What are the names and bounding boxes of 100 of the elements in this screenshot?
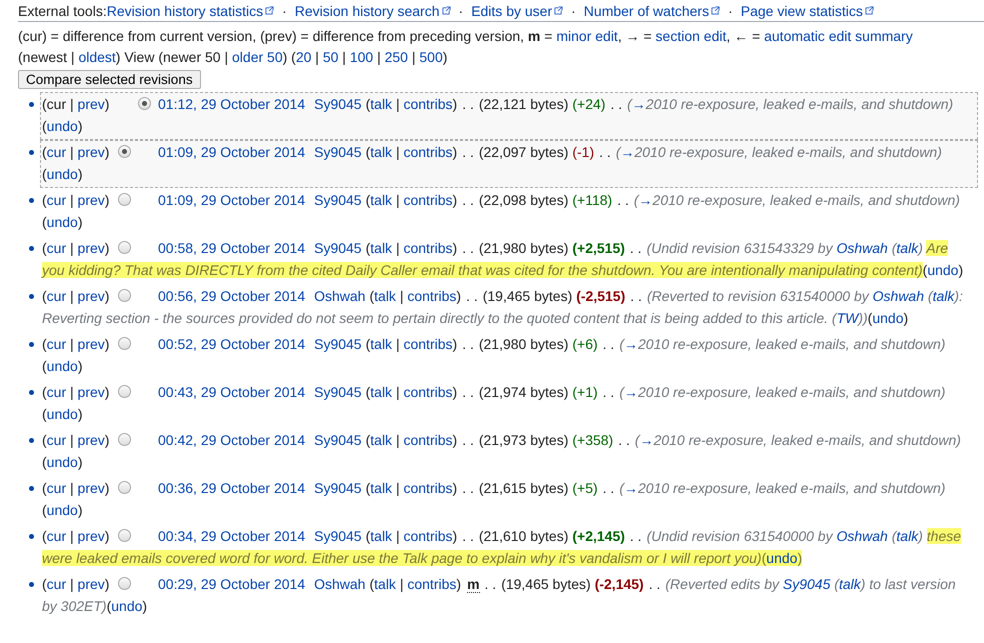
- radio-button[interactable]: [118, 385, 131, 398]
- undo-link[interactable]: undo: [111, 598, 142, 614]
- timestamp-link[interactable]: 00:34, 29 October 2014: [158, 528, 306, 544]
- cur-link[interactable]: cur: [46, 144, 66, 160]
- cur-link[interactable]: cur: [46, 336, 66, 352]
- user-link[interactable]: Sy9045: [314, 192, 362, 208]
- undo-link[interactable]: undo: [46, 166, 78, 182]
- pagination-link[interactable]: oldest: [78, 49, 116, 65]
- timestamp-link[interactable]: 01:09, 29 October 2014: [158, 192, 306, 208]
- prev-link[interactable]: prev: [78, 480, 105, 496]
- pagination-link[interactable]: older 50: [232, 49, 283, 65]
- timestamp-link[interactable]: 00:29, 29 October 2014: [158, 576, 306, 592]
- talk-link[interactable]: talk: [370, 384, 392, 400]
- talk-link[interactable]: talk: [370, 336, 392, 352]
- timestamp-link[interactable]: 00:43, 29 October 2014: [158, 384, 306, 400]
- prev-link[interactable]: prev: [78, 528, 105, 544]
- user-link[interactable]: Sy9045: [314, 240, 362, 256]
- summary-link[interactable]: →: [624, 336, 638, 352]
- prev-link[interactable]: prev: [78, 192, 105, 208]
- prev-link[interactable]: prev: [78, 240, 105, 256]
- user-link[interactable]: Sy9045: [314, 336, 362, 352]
- summary-link[interactable]: Oshwah: [836, 240, 888, 256]
- talk-link[interactable]: talk: [370, 432, 392, 448]
- contribs-link[interactable]: contribs: [403, 96, 453, 112]
- undo-link[interactable]: undo: [927, 262, 958, 278]
- undo-link[interactable]: undo: [46, 118, 78, 134]
- timestamp-link[interactable]: 00:42, 29 October 2014: [158, 432, 306, 448]
- talk-link[interactable]: talk: [370, 96, 392, 112]
- summary-link[interactable]: →: [620, 144, 634, 160]
- summary-link[interactable]: →: [638, 192, 653, 208]
- prev-link[interactable]: prev: [78, 96, 105, 112]
- contribs-link[interactable]: contribs: [403, 432, 453, 448]
- summary-link[interactable]: →: [624, 384, 638, 400]
- pagination-link[interactable]: 100: [350, 49, 374, 65]
- undo-link[interactable]: undo: [766, 550, 798, 566]
- external-link[interactable]: Page view statistics: [740, 3, 874, 19]
- undo-link[interactable]: undo: [46, 406, 78, 422]
- radio-button[interactable]: [118, 481, 131, 494]
- prev-link[interactable]: prev: [78, 384, 105, 400]
- cur-link[interactable]: cur: [46, 528, 66, 544]
- radio-button[interactable]: [118, 241, 131, 254]
- contribs-link[interactable]: contribs: [403, 144, 453, 160]
- timestamp-link[interactable]: 00:52, 29 October 2014: [158, 336, 306, 352]
- timestamp-link[interactable]: 00:36, 29 October 2014: [158, 480, 306, 496]
- cur-link[interactable]: cur: [46, 576, 66, 592]
- summary-link[interactable]: talk: [896, 528, 918, 544]
- prev-link[interactable]: prev: [78, 336, 105, 352]
- legend-link[interactable]: minor edit: [556, 28, 618, 44]
- radio-button[interactable]: [118, 145, 131, 158]
- prev-link[interactable]: prev: [78, 576, 105, 592]
- undo-link[interactable]: undo: [872, 310, 904, 326]
- user-link[interactable]: Sy9045: [314, 528, 362, 544]
- user-link[interactable]: Oshwah: [314, 576, 366, 592]
- summary-link[interactable]: talk: [838, 576, 861, 592]
- cur-link[interactable]: cur: [46, 288, 66, 304]
- pagination-link[interactable]: 20: [296, 49, 312, 65]
- timestamp-link[interactable]: 01:09, 29 October 2014: [158, 144, 306, 160]
- cur-link[interactable]: cur: [46, 240, 66, 256]
- radio-button[interactable]: [118, 577, 131, 590]
- cur-link[interactable]: cur: [46, 384, 66, 400]
- talk-link[interactable]: talk: [374, 288, 396, 304]
- contribs-link[interactable]: contribs: [403, 336, 453, 352]
- summary-link[interactable]: Oshwah: [872, 288, 924, 304]
- legend-link[interactable]: section edit: [656, 28, 726, 44]
- user-link[interactable]: Sy9045: [314, 144, 362, 160]
- cur-link[interactable]: cur: [46, 192, 66, 208]
- prev-link[interactable]: prev: [78, 432, 105, 448]
- summary-link[interactable]: TW: [836, 310, 858, 326]
- external-link[interactable]: Revision history statistics: [106, 3, 274, 19]
- radio-button[interactable]: [118, 433, 131, 446]
- external-link[interactable]: Number of watchers: [584, 3, 720, 19]
- undo-link[interactable]: undo: [46, 214, 78, 230]
- external-link[interactable]: Edits by user: [471, 3, 564, 19]
- user-link[interactable]: Sy9045: [314, 432, 362, 448]
- prev-link[interactable]: prev: [78, 288, 105, 304]
- summary-link[interactable]: →: [640, 432, 654, 448]
- talk-link[interactable]: talk: [370, 480, 392, 496]
- radio-button[interactable]: [118, 529, 131, 542]
- timestamp-link[interactable]: 00:58, 29 October 2014: [158, 240, 306, 256]
- pagination-link[interactable]: 500: [419, 49, 443, 65]
- undo-link[interactable]: undo: [46, 454, 78, 470]
- user-link[interactable]: Oshwah: [314, 288, 366, 304]
- summary-link[interactable]: →: [632, 96, 646, 112]
- prev-link[interactable]: prev: [78, 144, 105, 160]
- summary-link[interactable]: talk: [896, 240, 918, 256]
- talk-link[interactable]: talk: [370, 144, 392, 160]
- user-link[interactable]: Sy9045: [314, 384, 362, 400]
- undo-link[interactable]: undo: [46, 358, 78, 374]
- summary-link[interactable]: talk: [932, 288, 954, 304]
- external-link[interactable]: Revision history search: [294, 3, 451, 19]
- radio-button[interactable]: [138, 97, 151, 110]
- legend-link[interactable]: automatic edit summary: [764, 28, 913, 44]
- radio-button[interactable]: [118, 337, 131, 350]
- pagination-link[interactable]: 50: [322, 49, 338, 65]
- radio-button[interactable]: [118, 289, 131, 302]
- talk-link[interactable]: talk: [374, 576, 396, 592]
- contribs-link[interactable]: contribs: [403, 528, 453, 544]
- user-link[interactable]: Sy9045: [314, 480, 362, 496]
- talk-link[interactable]: talk: [370, 240, 392, 256]
- summary-link[interactable]: Sy9045: [782, 576, 830, 592]
